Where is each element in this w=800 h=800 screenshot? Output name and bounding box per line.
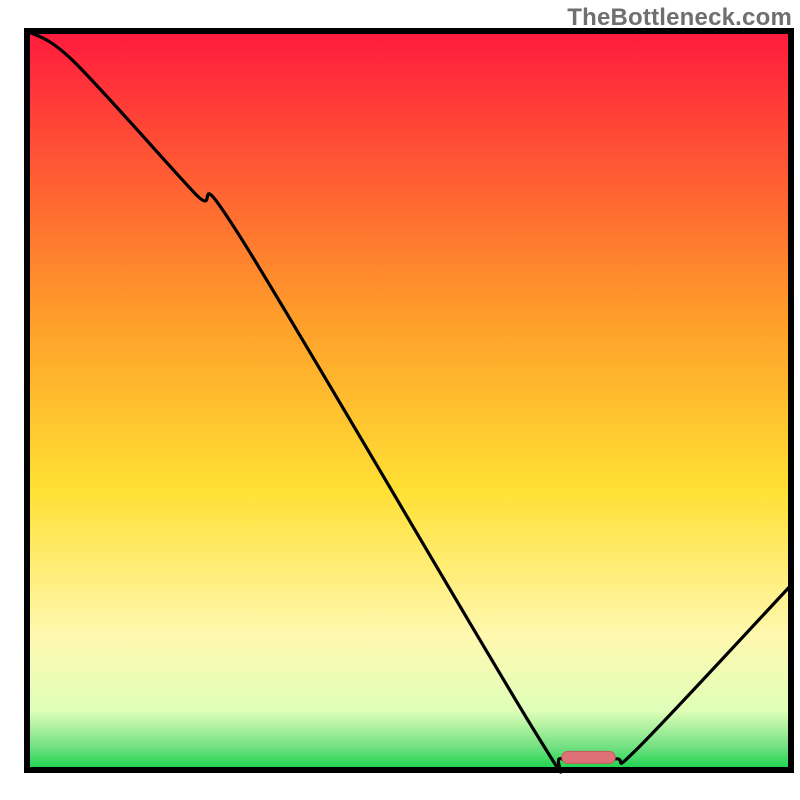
bottleneck-chart-svg xyxy=(0,0,800,800)
optimal-marker xyxy=(562,751,615,763)
plot-background xyxy=(27,31,791,770)
chart-container: TheBottleneck.com xyxy=(0,0,800,800)
watermark-text: TheBottleneck.com xyxy=(567,4,792,32)
